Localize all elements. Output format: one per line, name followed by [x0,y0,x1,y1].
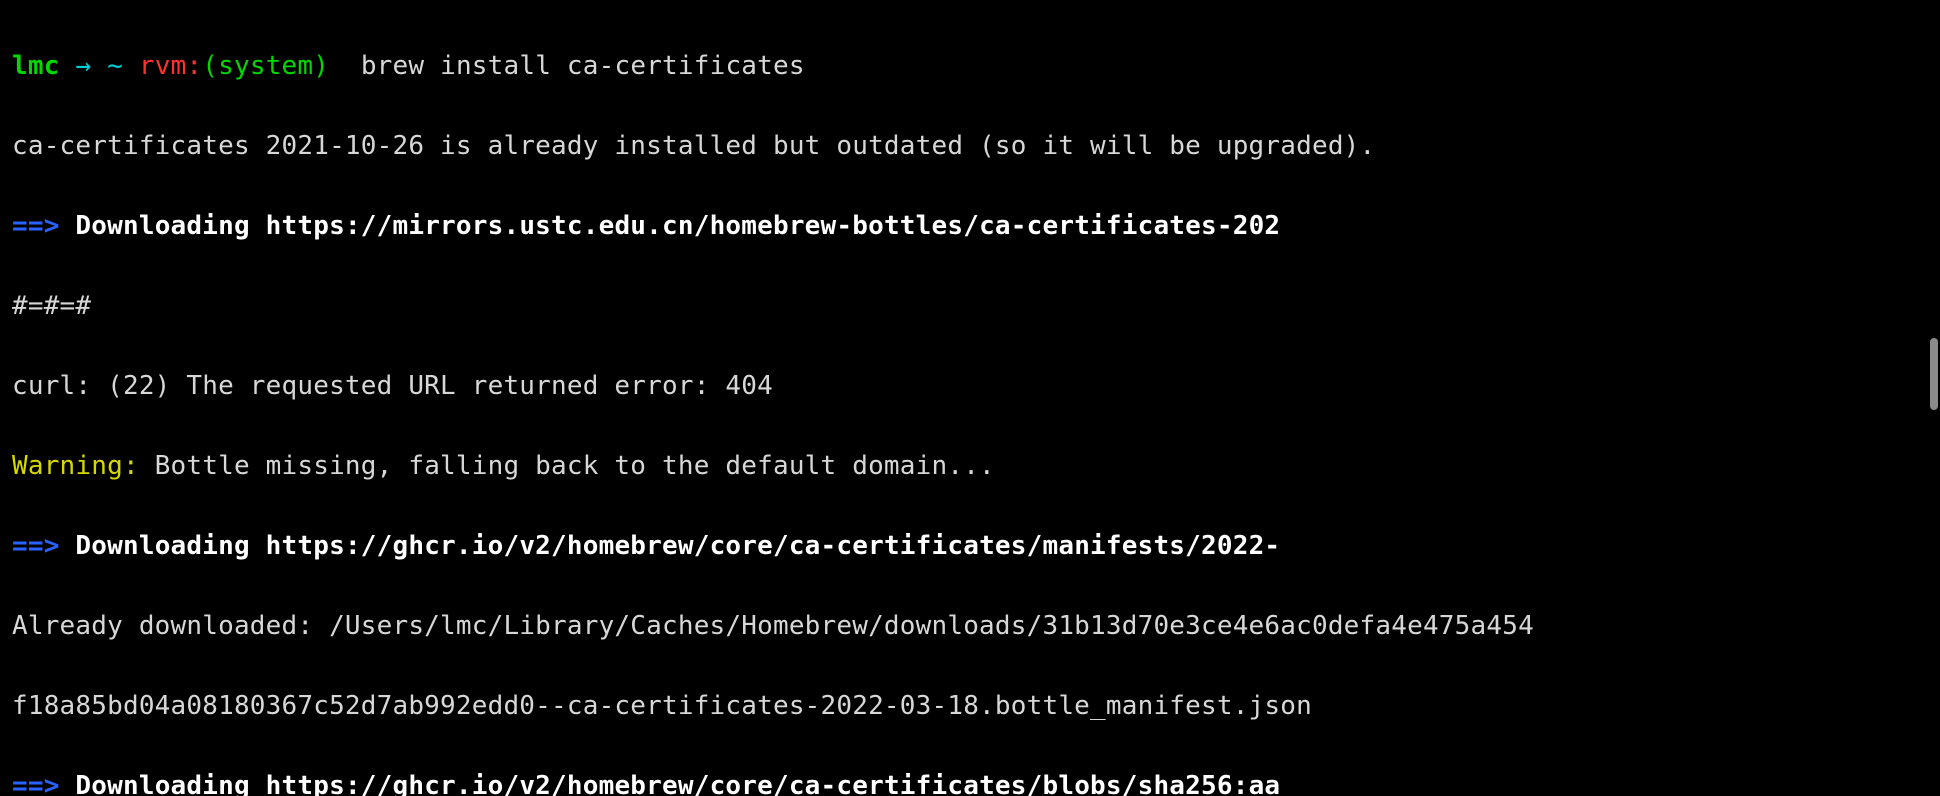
scrollbar-thumb[interactable] [1930,338,1938,410]
prompt-arrow-icon: → [75,51,91,81]
prompt-user: lmc [12,51,60,81]
download-line-2: ==> Downloading https://ghcr.io/v2/homeb… [12,526,1928,566]
prompt-tilde: ~ [107,51,123,81]
download-line-3: ==> Downloading https://ghcr.io/v2/homeb… [12,766,1928,796]
download-url-2: https://ghcr.io/v2/homebrew/core/ca-cert… [266,531,1281,561]
terminal-output[interactable]: lmc → ~ rvm:(system) brew install ca-cer… [0,0,1940,796]
arrow-marker-icon: ==> [12,211,60,241]
typed-command[interactable]: brew install ca-certificates [361,51,805,81]
arrow-marker-icon: ==> [12,531,60,561]
arrow-marker-icon: ==> [12,771,60,796]
prompt-sep [60,51,76,81]
download-url-3: https://ghcr.io/v2/homebrew/core/ca-cert… [266,771,1281,796]
downloading-label: Downloading [75,211,265,241]
warning-line: Warning: Bottle missing, falling back to… [12,446,1928,486]
downloading-label: Downloading [75,531,265,561]
prompt-line[interactable]: lmc → ~ rvm:(system) brew install ca-cer… [12,46,1928,86]
already-downloaded-2b: f18a85bd04a08180367c52d7ab992edd0--ca-ce… [12,686,1928,726]
download-url-1: https://mirrors.ustc.edu.cn/homebrew-bot… [266,211,1281,241]
downloading-label: Downloading [75,771,265,796]
rvm-value: (system) [202,51,329,81]
outdated-msg: ca-certificates 2021-10-26 is already in… [12,126,1928,166]
warning-label: Warning: [12,451,139,481]
rvm-label: rvm: [139,51,202,81]
warning-text: Bottle missing, falling back to the defa… [139,451,995,481]
download-line-1: ==> Downloading https://mirrors.ustc.edu… [12,206,1928,246]
progress-bar: #=#=# [12,286,1928,326]
curl-error: curl: (22) The requested URL returned er… [12,366,1928,406]
already-downloaded-2a: Already downloaded: /Users/lmc/Library/C… [12,606,1928,646]
